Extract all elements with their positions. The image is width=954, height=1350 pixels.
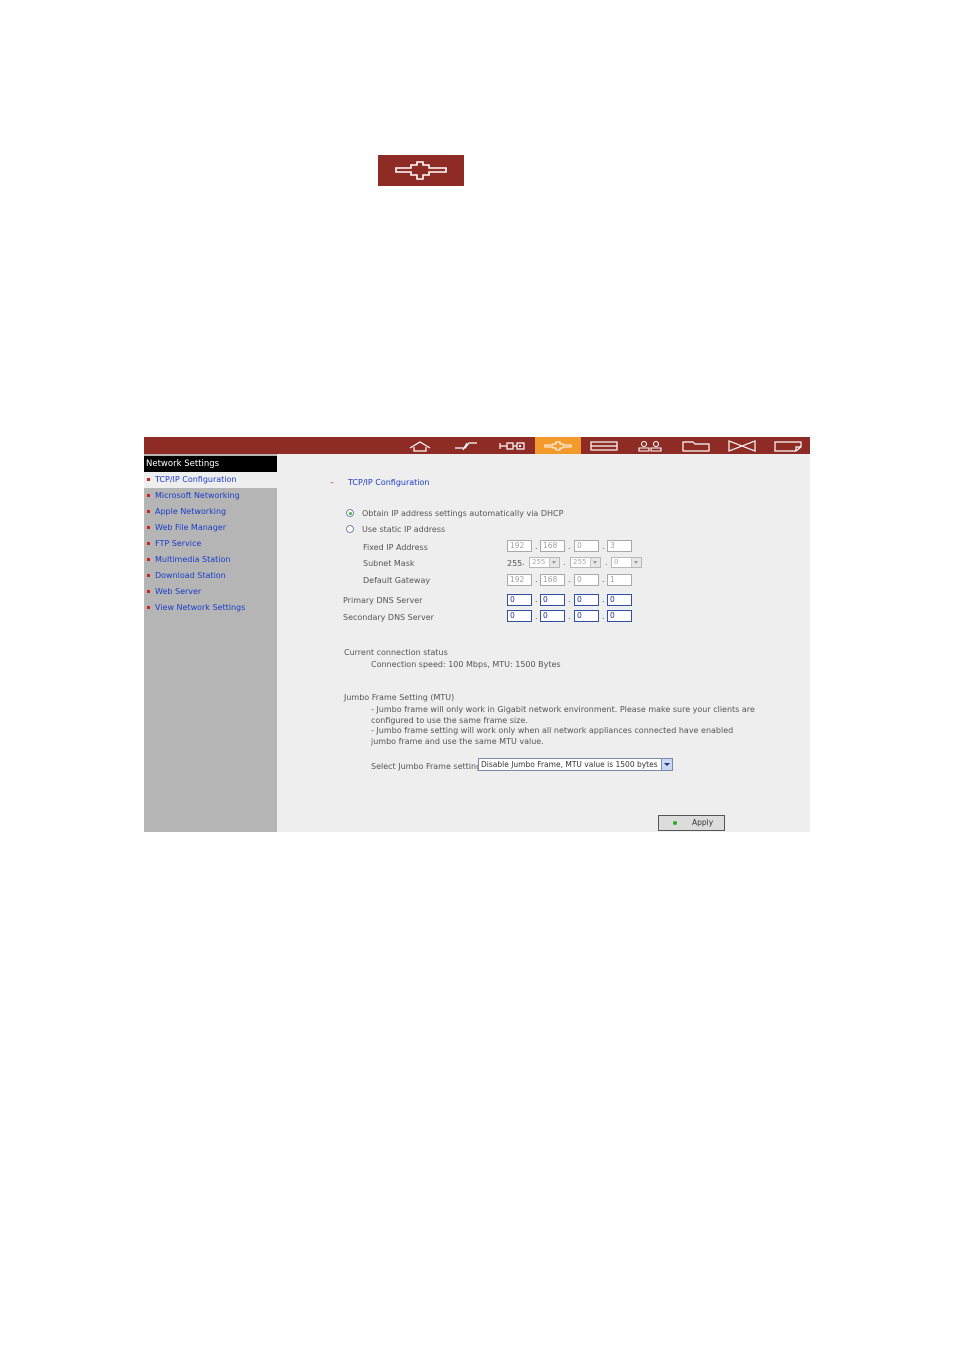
chevron-down-icon <box>661 759 672 770</box>
sidebar: Network Settings TCP/IP Configuration Mi… <box>144 454 277 832</box>
bullet-icon <box>147 494 150 497</box>
subnet-octet-3-value: 255 <box>573 558 587 566</box>
gateway-octet-3[interactable]: 0 <box>574 574 599 586</box>
sidebar-item-web-server[interactable]: Web Server <box>144 584 277 600</box>
dhcp-label: Obtain IP address settings automatically… <box>362 509 564 518</box>
subnet-octet-3-select[interactable]: 255 <box>570 557 601 568</box>
apply-button[interactable]: Apply <box>658 815 725 831</box>
subnet-octet-2-value: 255 <box>532 558 546 566</box>
secondary-dns-octet-3[interactable]: 0 <box>574 610 599 622</box>
primary-dns-octet-3[interactable]: 0 <box>574 594 599 606</box>
primary-dns-label: Primary DNS Server <box>343 596 423 605</box>
sidebar-item-ftp-service[interactable]: FTP Service <box>144 536 277 552</box>
chevron-down-icon <box>590 558 600 567</box>
sidebar-title: Network Settings <box>144 456 277 472</box>
static-ip-label: Use static IP address <box>362 525 446 534</box>
subnet-octet-4-value: 0 <box>614 558 619 566</box>
separator: . <box>568 595 571 604</box>
jumbo-note-2-cont: jumbo frame and use the same MTU value. <box>371 737 544 746</box>
quick-config-icon[interactable] <box>443 437 489 454</box>
secondary-dns-label: Secondary DNS Server <box>343 613 434 622</box>
fixed-ip-octet-2[interactable]: 168 <box>540 540 565 552</box>
gateway-octet-2[interactable]: 168 <box>540 574 565 586</box>
bullet-icon <box>147 526 150 529</box>
network-settings-icon <box>378 155 464 186</box>
sidebar-item-web-file-manager[interactable]: Web File Manager <box>144 520 277 536</box>
section-title: TCP/IP Configuration <box>348 478 430 487</box>
separator: . <box>535 575 538 584</box>
fixed-ip-octet-1[interactable]: 192 <box>507 540 532 552</box>
gateway-octet-1[interactable]: 192 <box>507 574 532 586</box>
bullet-icon <box>147 510 150 513</box>
subnet-octet-2-select[interactable]: 255 <box>529 557 560 568</box>
separator: . <box>605 558 608 567</box>
secondary-dns-octet-2[interactable]: 0 <box>540 610 565 622</box>
subnet-octet-4-select[interactable]: 0 <box>611 557 642 568</box>
separator: . <box>602 595 605 604</box>
separator: . <box>568 575 571 584</box>
separator: . <box>602 542 605 551</box>
jumbo-note-2: - Jumbo frame setting will work only whe… <box>371 726 734 735</box>
chevron-down-icon <box>631 558 641 567</box>
bullet-icon <box>147 606 150 609</box>
separator: . <box>522 558 525 567</box>
network-settings-tab-icon[interactable] <box>535 437 581 454</box>
system-settings-icon[interactable] <box>489 437 535 454</box>
subnet-mask-label: Subnet Mask <box>363 559 415 568</box>
separator: . <box>535 542 538 551</box>
primary-dns-octet-2[interactable]: 0 <box>540 594 565 606</box>
collapse-toggle[interactable]: – <box>330 478 334 487</box>
separator: . <box>602 612 605 621</box>
fixed-ip-octet-3[interactable]: 0 <box>574 540 599 552</box>
logs-statistics-icon[interactable] <box>765 437 811 454</box>
top-nav-bar <box>144 437 810 454</box>
apply-label: Apply <box>692 818 714 827</box>
sidebar-item-tcpip-configuration[interactable]: TCP/IP Configuration <box>144 472 277 488</box>
fixed-ip-octet-4[interactable]: 3 <box>607 540 632 552</box>
status-dot-icon <box>673 821 677 825</box>
bullet-icon <box>147 478 150 481</box>
device-config-icon[interactable] <box>581 437 627 454</box>
jumbo-note-1: - Jumbo frame will only work in Gigabit … <box>371 705 755 714</box>
sidebar-item-microsoft-networking[interactable]: Microsoft Networking <box>144 488 277 504</box>
status-heading: Current connection status <box>344 648 448 657</box>
jumbo-frame-select-value: Disable Jumbo Frame, MTU value is 1500 b… <box>481 760 658 769</box>
separator: . <box>563 558 566 567</box>
admin-window: Network Settings TCP/IP Configuration Mi… <box>144 437 810 832</box>
separator: . <box>602 575 605 584</box>
jumbo-note-1-cont: configured to use the same frame size. <box>371 716 528 725</box>
sidebar-item-view-network-settings[interactable]: View Network Settings <box>144 600 277 616</box>
sidebar-item-multimedia-station[interactable]: Multimedia Station <box>144 552 277 568</box>
chevron-down-icon <box>549 558 559 567</box>
secondary-dns-octet-4[interactable]: 0 <box>607 610 632 622</box>
bullet-icon <box>147 590 150 593</box>
subnet-first-octet: 255 <box>507 559 523 568</box>
static-ip-radio[interactable] <box>346 525 354 533</box>
separator: . <box>568 542 571 551</box>
share-folder-icon[interactable] <box>673 437 719 454</box>
primary-dns-octet-4[interactable]: 0 <box>607 594 632 606</box>
jumbo-frame-select[interactable]: Disable Jumbo Frame, MTU value is 1500 b… <box>478 758 673 771</box>
main-content: – TCP/IP Configuration Obtain IP address… <box>277 454 810 832</box>
default-gateway-label: Default Gateway <box>363 576 431 585</box>
gateway-octet-4[interactable]: 1 <box>607 574 632 586</box>
separator: . <box>535 612 538 621</box>
jumbo-select-label: Select Jumbo Frame setting: <box>371 762 484 771</box>
bullet-icon <box>147 542 150 545</box>
home-icon[interactable] <box>397 437 443 454</box>
separator: . <box>535 595 538 604</box>
secondary-dns-octet-1[interactable]: 0 <box>507 610 532 622</box>
sidebar-item-download-station[interactable]: Download Station <box>144 568 277 584</box>
fixed-ip-label: Fixed IP Address <box>363 543 428 552</box>
user-management-icon[interactable] <box>627 437 673 454</box>
dhcp-radio[interactable] <box>346 509 354 517</box>
sidebar-item-apple-networking[interactable]: Apple Networking <box>144 504 277 520</box>
bullet-icon <box>147 574 150 577</box>
status-text: Connection speed: 100 Mbps, MTU: 1500 By… <box>371 660 561 669</box>
system-tools-icon[interactable] <box>719 437 765 454</box>
bullet-icon <box>147 558 150 561</box>
primary-dns-octet-1[interactable]: 0 <box>507 594 532 606</box>
jumbo-heading: Jumbo Frame Setting (MTU) <box>344 693 455 702</box>
separator: . <box>568 612 571 621</box>
